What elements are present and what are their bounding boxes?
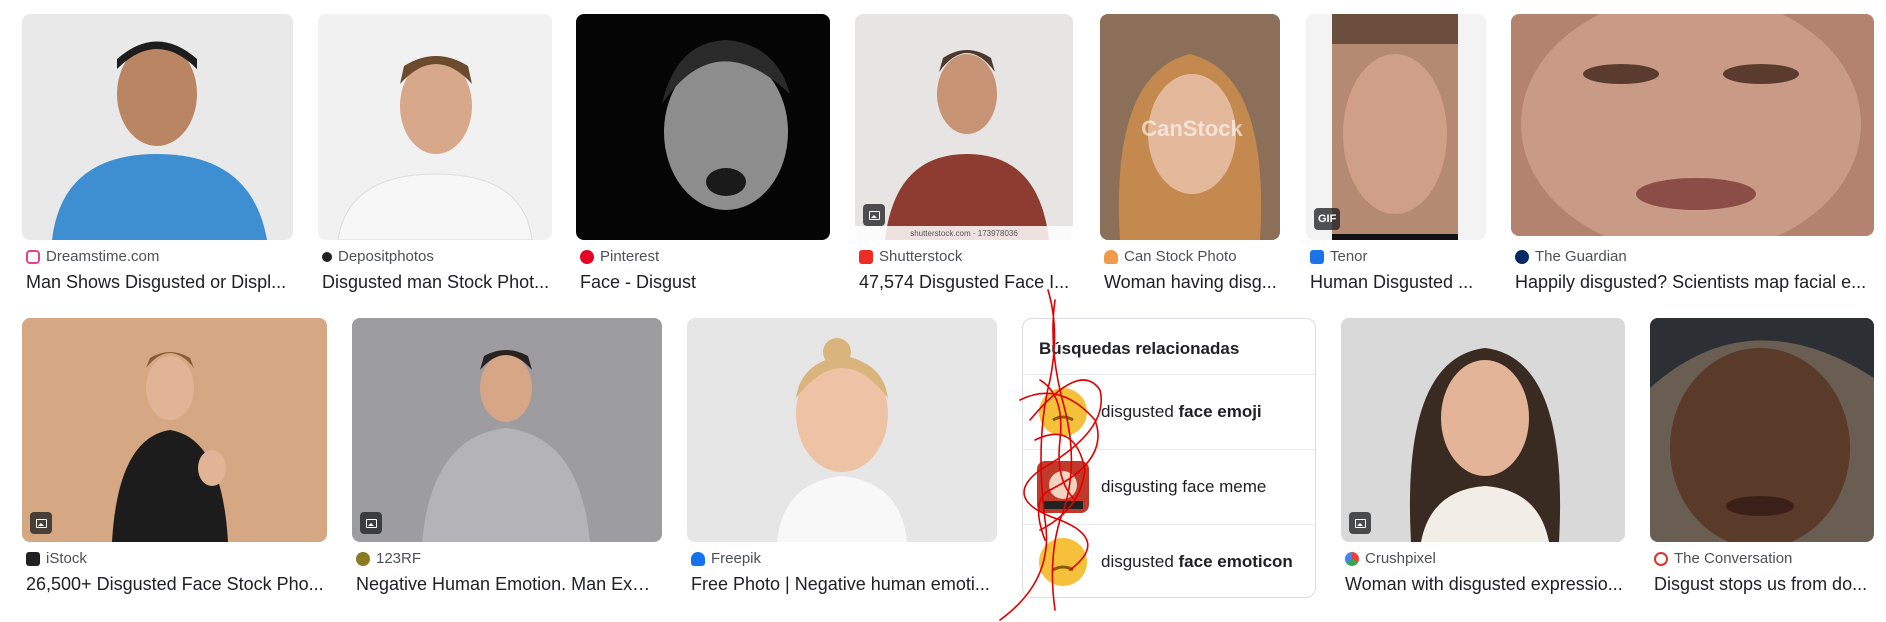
man-black-shirt-image <box>22 318 327 542</box>
result-source[interactable]: Tenor <box>1310 248 1368 265</box>
result-card-tenor[interactable]: GIF Tenor Human Disgusted ... <box>1306 14 1486 296</box>
result-card-freepik[interactable]: Freepik Free Photo | Negative human emot… <box>687 318 997 600</box>
result-source[interactable]: Freepik <box>691 550 761 567</box>
woman-dark-hair-image <box>1341 318 1625 542</box>
result-thumbnail[interactable] <box>318 14 552 240</box>
emoji-thumbnail <box>1037 386 1089 438</box>
related-searches-heading: Búsquedas relacionadas <box>1039 339 1240 358</box>
result-title[interactable]: Happily disgusted? Scientists map facial… <box>1515 272 1875 293</box>
result-card-123rf[interactable]: 123RF Negative Human Emotion. Man Exp... <box>352 318 662 600</box>
freepik-icon <box>691 551 705 566</box>
result-thumbnail[interactable] <box>22 14 293 240</box>
result-title[interactable]: 47,574 Disgusted Face I... <box>859 272 1073 293</box>
man-white-shirt-image <box>318 14 552 240</box>
result-thumbnail[interactable] <box>1341 318 1625 542</box>
result-thumbnail[interactable]: CanStock <box>1100 14 1280 240</box>
tenor-icon <box>1310 249 1324 264</box>
result-card-pinterest[interactable]: Pinterest Face - Disgust <box>576 14 830 296</box>
result-thumbnail[interactable] <box>1511 14 1874 236</box>
result-source[interactable]: 123RF <box>356 550 421 567</box>
shutterstock-icon <box>859 249 873 264</box>
result-thumbnail[interactable] <box>352 318 662 542</box>
result-source[interactable]: The Guardian <box>1515 248 1627 265</box>
istock-icon <box>26 551 40 566</box>
face-closeup-image <box>1511 14 1874 236</box>
result-source[interactable]: Dreamstime.com <box>26 248 159 265</box>
related-search-item[interactable]: disgusted face emoji <box>1023 374 1315 448</box>
related-search-label: disgusted face emoticon <box>1101 551 1293 571</box>
image-icon <box>365 518 377 528</box>
result-title[interactable]: Human Disgusted ... <box>1310 272 1480 293</box>
man-red-shirt-image: shutterstock.com · 173978036 <box>855 14 1073 240</box>
result-source[interactable]: iStock <box>26 550 87 567</box>
result-title[interactable]: Disgust stops us from do... <box>1654 574 1876 595</box>
image-badge <box>30 512 52 534</box>
result-title[interactable]: 26,500+ Disgusted Face Stock Pho... <box>26 574 328 595</box>
result-card-shutterstock[interactable]: shutterstock.com · 173978036 Shutterstoc… <box>855 14 1073 296</box>
result-source[interactable]: Crushpixel <box>1345 550 1436 567</box>
result-card-istock[interactable]: iStock 26,500+ Disgusted Face Stock Pho.… <box>22 318 327 600</box>
image-icon <box>35 518 47 528</box>
image-icon <box>868 210 880 220</box>
meme-thumbnail <box>1037 460 1089 513</box>
girl-blonde-image <box>687 318 997 542</box>
result-card-guardian[interactable]: The Guardian Happily disgusted? Scientis… <box>1511 14 1874 296</box>
guardian-icon <box>1515 249 1529 264</box>
shutterstock-watermark: shutterstock.com · 173978036 <box>910 229 1018 238</box>
emoticon-thumbnail <box>1037 536 1089 588</box>
result-title[interactable]: Man Shows Disgusted or Displ... <box>26 272 294 293</box>
meme-image <box>1037 460 1089 513</box>
result-source[interactable]: Pinterest <box>580 248 659 265</box>
canstock-watermark: CanStock <box>1141 116 1243 141</box>
result-card-canstock[interactable]: CanStock Can Stock Photo Woman having di… <box>1100 14 1280 296</box>
result-title[interactable]: Woman having disg... <box>1104 272 1280 293</box>
result-thumbnail[interactable] <box>576 14 830 240</box>
man-closeup-gif-image <box>1306 14 1486 240</box>
man-grey-sweater-image <box>352 318 662 542</box>
result-source[interactable]: The Conversation <box>1654 550 1792 567</box>
crushpixel-icon <box>1345 551 1359 566</box>
related-searches-panel: Búsquedas relacionadas disgusted face em… <box>1022 318 1316 598</box>
man-beanie-image <box>1650 318 1874 542</box>
boy-bw-image <box>576 14 830 240</box>
result-thumbnail[interactable] <box>22 318 327 542</box>
related-search-item[interactable]: disgusted face emoticon <box>1023 524 1315 598</box>
image-badge <box>360 512 382 534</box>
result-card-conversation[interactable]: The Conversation Disgust stops us from d… <box>1650 318 1874 600</box>
related-search-item[interactable]: disgusting face meme <box>1023 449 1315 523</box>
result-title[interactable]: Disgusted man Stock Phot... <box>322 272 554 293</box>
speech-bubble-icon <box>1654 551 1668 566</box>
man-blue-shirt-image <box>22 14 293 240</box>
image-badge <box>1349 512 1371 534</box>
result-title[interactable]: Negative Human Emotion. Man Exp... <box>356 574 656 595</box>
related-search-label: disgusted face emoji <box>1101 401 1262 421</box>
123rf-icon <box>356 551 370 566</box>
gif-badge: GIF <box>1314 208 1341 230</box>
result-thumbnail[interactable] <box>687 318 997 542</box>
result-source[interactable]: Can Stock Photo <box>1104 248 1237 265</box>
related-search-label: disgusting face meme <box>1101 476 1267 496</box>
result-thumbnail[interactable]: GIF <box>1306 14 1486 240</box>
result-source[interactable]: Depositphotos <box>322 248 434 265</box>
result-thumbnail[interactable]: shutterstock.com · 173978036 <box>855 14 1073 240</box>
disgusted-emoji-icon <box>1039 387 1087 436</box>
result-card-depositphotos[interactable]: Depositphotos Disgusted man Stock Phot..… <box>318 14 552 296</box>
woman-blonde-image: CanStock <box>1100 14 1280 240</box>
pinterest-icon <box>580 249 594 264</box>
depositphotos-icon <box>322 251 332 262</box>
result-title[interactable]: Free Photo | Negative human emoti... <box>691 574 997 595</box>
result-card-dreamstime[interactable]: Dreamstime.com Man Shows Disgusted or Di… <box>22 14 294 296</box>
canstock-icon <box>1104 249 1118 264</box>
result-title[interactable]: Face - Disgust <box>580 272 830 293</box>
dreamstime-icon <box>26 249 40 264</box>
result-card-crushpixel[interactable]: Crushpixel Woman with disgusted expressi… <box>1341 318 1625 600</box>
result-title[interactable]: Woman with disgusted expressio... <box>1345 574 1625 595</box>
result-thumbnail[interactable] <box>1650 318 1874 542</box>
result-source[interactable]: Shutterstock <box>859 248 962 265</box>
image-icon <box>1354 518 1366 528</box>
image-badge <box>863 204 885 226</box>
disgusted-emoticon-icon <box>1039 537 1087 586</box>
